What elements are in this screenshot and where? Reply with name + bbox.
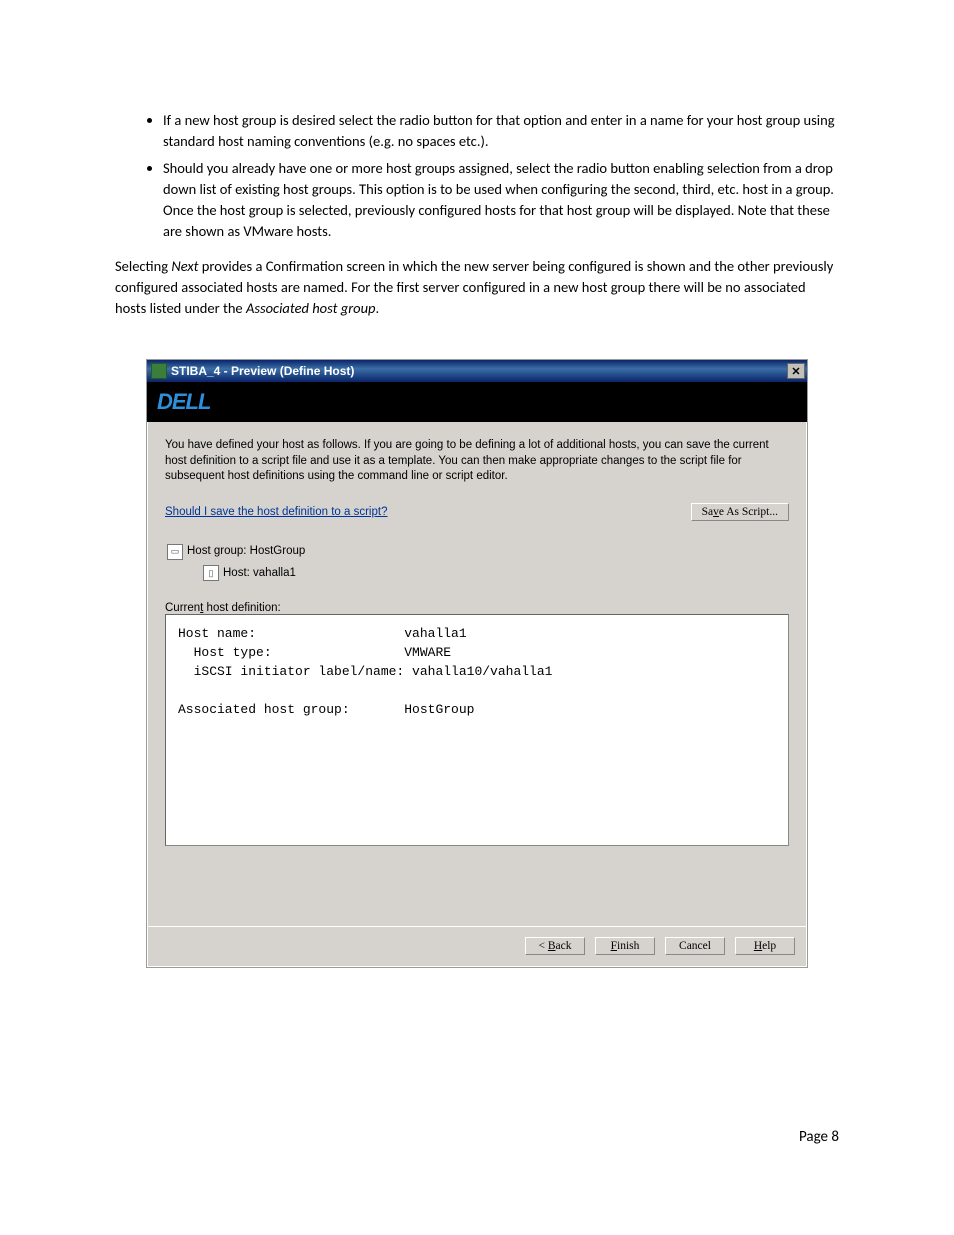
tree-host-node: ▯ Host: vahalla1 — [203, 563, 789, 585]
bulleted-list: If a new host group is desired select th… — [115, 110, 839, 242]
bullet-item: Should you already have one or more host… — [163, 158, 839, 242]
body-paragraph: Selecting Next provides a Confirmation s… — [115, 256, 839, 319]
para-text: Selecting — [115, 257, 171, 275]
titlebar: STIBA_4 - Preview (Define Host) ✕ — [147, 360, 807, 382]
cancel-button[interactable]: Cancel — [665, 937, 725, 955]
finish-button[interactable]: Finish — [595, 937, 655, 955]
tree-host-label: Host: vahalla1 — [223, 563, 296, 585]
current-definition-label: Current host definition: — [165, 602, 789, 614]
hostgroup-icon: ▭ — [167, 544, 183, 560]
host-tree: ▭ Host group: HostGroup ▯ Host: vahalla1 — [167, 541, 789, 585]
para-italic-group: Associated host group — [246, 299, 376, 317]
tree-hostgroup-node: ▭ Host group: HostGroup — [167, 541, 789, 563]
dialog-button-row: < Back Finish Cancel Help — [147, 926, 807, 967]
definition-textbox: Host name: vahalla1 Host type: VMWARE iS… — [165, 614, 789, 846]
page-number: Page 8 — [115, 1128, 839, 1146]
bullet-item: If a new host group is desired select th… — [163, 110, 839, 152]
intro-text: You have defined your host as follows. I… — [165, 438, 789, 485]
help-button[interactable]: Help — [735, 937, 795, 955]
para-text: provides a Confirmation screen in which … — [115, 257, 833, 317]
window-title: STIBA_4 - Preview (Define Host) — [171, 364, 354, 378]
tree-hostgroup-label: Host group: HostGroup — [187, 541, 305, 563]
close-icon[interactable]: ✕ — [787, 363, 805, 379]
dialog-window: STIBA_4 - Preview (Define Host) ✕ DELL Y… — [146, 359, 808, 968]
help-link[interactable]: Should I save the host definition to a s… — [165, 506, 387, 518]
app-icon — [151, 363, 167, 379]
para-text: . — [376, 299, 380, 317]
back-button[interactable]: < Back — [525, 937, 585, 955]
brand-bar: DELL — [147, 382, 807, 422]
host-icon: ▯ — [203, 565, 219, 581]
para-italic-next: Next — [171, 257, 198, 275]
save-as-script-button[interactable]: Save As Script... — [691, 503, 789, 521]
dell-logo-icon: DELL — [157, 389, 210, 415]
